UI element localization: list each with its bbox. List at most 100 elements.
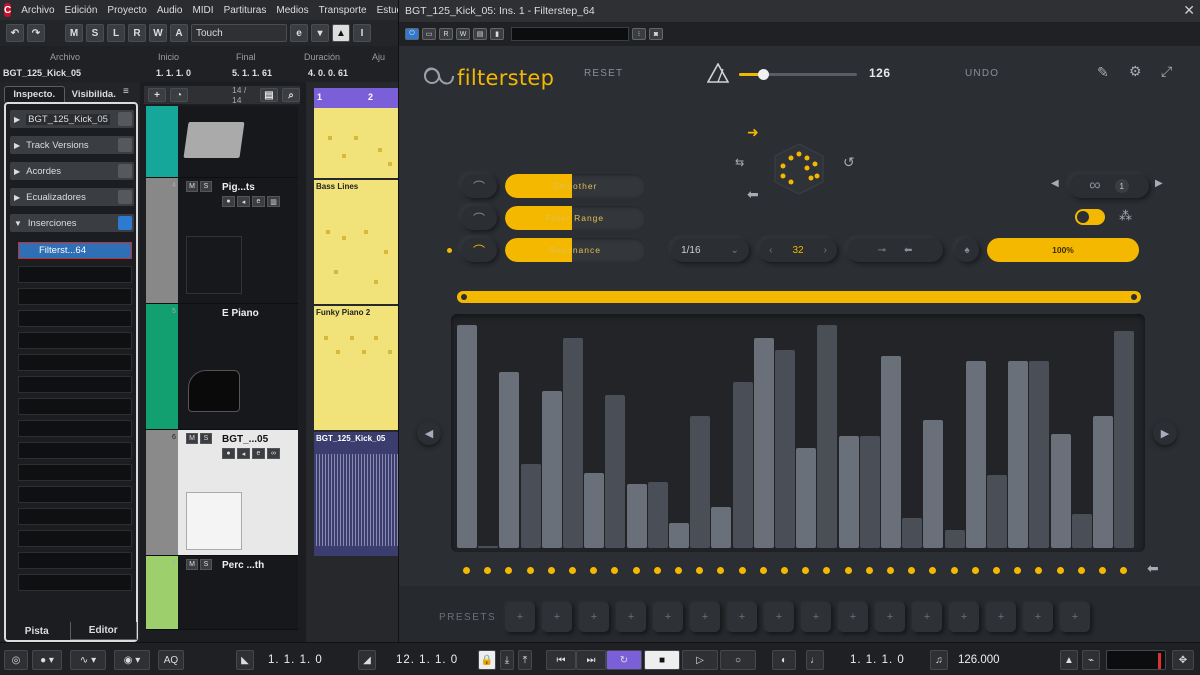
step-gate-dot-15[interactable]: [759, 567, 767, 574]
step-gate-dot-27[interactable]: [1014, 567, 1022, 574]
step-bar-22[interactable]: [902, 518, 923, 548]
record-mode-icon[interactable]: ● ▾: [32, 650, 62, 670]
reset-button[interactable]: RESET: [584, 68, 623, 79]
dice-randomize-icon[interactable]: [771, 140, 827, 196]
add-track-icon[interactable]: +: [148, 88, 166, 102]
step-gate-dot-14[interactable]: [738, 567, 746, 574]
pattern-selector[interactable]: ∞ 1: [1069, 174, 1149, 198]
step-bar-14[interactable]: [732, 381, 753, 548]
step-bar-7[interactable]: [584, 472, 605, 548]
tempo-value-transport[interactable]: 126.000: [958, 650, 1000, 670]
lock-icon[interactable]: 🔒: [478, 650, 496, 670]
step-bar-29[interactable]: [1050, 434, 1071, 548]
preset-slot-6[interactable]: +: [690, 602, 720, 632]
velocity-button[interactable]: ♠: [955, 238, 979, 262]
edit-icon[interactable]: e: [252, 448, 265, 459]
right-locator-icon[interactable]: ◢: [358, 650, 376, 670]
activity-icon[interactable]: ◎: [4, 650, 28, 670]
tab-visibility[interactable]: Visibilida.: [65, 86, 124, 102]
step-gate-dot-20[interactable]: [865, 567, 873, 574]
rate-select[interactable]: 1/16 ⌄: [671, 238, 749, 262]
preset-slot-16[interactable]: +: [1060, 602, 1090, 632]
info-length-value[interactable]: 4. 0. 0. 61: [308, 68, 348, 78]
punch-in-icon[interactable]: ⤓: [500, 650, 514, 670]
step-bar-27[interactable]: [1008, 361, 1029, 548]
step-gate-dot-10[interactable]: [653, 567, 661, 574]
preset-slot-5[interactable]: +: [653, 602, 683, 632]
step-bar-19[interactable]: [838, 436, 859, 548]
link-icon[interactable]: ∞: [267, 448, 280, 459]
insert-slot-5[interactable]: [18, 332, 132, 349]
menu-edicion[interactable]: Edición: [65, 5, 98, 16]
solo-button[interactable]: S: [200, 559, 212, 570]
folder-icon[interactable]: ◔: [170, 88, 188, 102]
step-gate-dot-21[interactable]: [887, 567, 894, 574]
smoother-slider[interactable]: Smoother: [505, 174, 645, 198]
listen-button[interactable]: L: [107, 24, 125, 42]
step-bar-3[interactable]: [499, 372, 520, 548]
step-bar-12[interactable]: [690, 415, 711, 548]
step-sequencer[interactable]: [451, 314, 1145, 552]
step-gate-dot-6[interactable]: [569, 567, 576, 574]
insert-slot-3[interactable]: [18, 288, 132, 305]
arrow-left-icon[interactable]: ⬅: [747, 186, 759, 203]
steps-stepper[interactable]: ‹ 32 ›: [759, 238, 837, 262]
step-bar-17[interactable]: [796, 447, 817, 548]
preset-menu-icon[interactable]: ⁝: [632, 28, 646, 40]
menu-partituras[interactable]: Partituras: [224, 5, 267, 16]
resonance-mode-button[interactable]: ⌒: [461, 238, 497, 262]
step-gate-dot-5[interactable]: [547, 567, 555, 574]
step-bar-31[interactable]: [1093, 415, 1113, 548]
step-bar-1[interactable]: [457, 324, 477, 548]
midi-part[interactable]: [314, 108, 400, 178]
preset-field[interactable]: [511, 27, 629, 41]
step-gate-dot-17[interactable]: [802, 567, 810, 574]
filter-range-mode-button[interactable]: ⌒: [461, 206, 497, 230]
mute-all-button[interactable]: M: [65, 24, 83, 42]
pattern-prev-icon[interactable]: ◀: [1051, 178, 1059, 189]
section-equalizers[interactable]: ▶ Ecualizadores: [10, 188, 134, 206]
mute-button[interactable]: M: [186, 433, 198, 444]
preset-slot-2[interactable]: +: [542, 602, 572, 632]
monitor-icon[interactable]: ◂: [237, 196, 250, 207]
step-bar-32[interactable]: [1114, 331, 1135, 548]
tracklist-view-icon[interactable]: ▤: [260, 88, 278, 102]
step-gate-dot-7[interactable]: [590, 567, 598, 574]
step-gate-dot-12[interactable]: [696, 567, 704, 574]
insert-slot-9[interactable]: [18, 420, 132, 437]
camera-icon[interactable]: ◙: [649, 28, 663, 40]
seq-prev-page-icon[interactable]: ◀: [417, 421, 441, 445]
menu-archivo[interactable]: Archivo: [21, 5, 54, 16]
menu-medios[interactable]: Medios: [276, 5, 308, 16]
stop-icon[interactable]: ■: [644, 650, 680, 670]
preset-slot-14[interactable]: +: [986, 602, 1016, 632]
read-button[interactable]: R: [128, 24, 146, 42]
section-track-versions[interactable]: ▶ Track Versions: [10, 136, 134, 154]
undo-button[interactable]: UNDO: [965, 68, 999, 79]
step-bar-9[interactable]: [626, 484, 647, 548]
step-bar-2[interactable]: [478, 546, 499, 548]
step-gate-dot-11[interactable]: [675, 567, 682, 574]
step-bar-4[interactable]: [520, 463, 541, 548]
pointer-tool-icon[interactable]: ▲: [332, 24, 350, 42]
undo-icon[interactable]: ↶: [6, 24, 24, 42]
insert-slot-12[interactable]: [18, 486, 132, 503]
insert-slot-1[interactable]: Filterst...64: [18, 242, 132, 259]
position-value[interactable]: 1. 1. 1. 0: [850, 650, 905, 670]
menu-icon[interactable]: ≡: [123, 86, 137, 102]
insert-slot-10[interactable]: [18, 442, 132, 459]
monitor-icon[interactable]: ◂: [237, 448, 250, 459]
insert-slot-2[interactable]: [18, 266, 132, 283]
step-bar-18[interactable]: [817, 324, 838, 548]
step-bar-21[interactable]: [881, 356, 901, 548]
step-gate-dot-19[interactable]: [844, 567, 852, 574]
write-automation-icon[interactable]: W: [456, 28, 470, 40]
resonance-slider[interactable]: Resonance: [505, 238, 645, 262]
precount-icon[interactable]: ⌁: [1082, 650, 1100, 670]
gear-icon[interactable]: ⚙: [1129, 63, 1142, 80]
key-follow-button[interactable]: ⊸ ⬅: [847, 238, 943, 262]
track-row-6[interactable]: 6 MS BGT_...05 ● ◂ e ∞: [146, 430, 298, 556]
info-start-value[interactable]: 1. 1. 1. 0: [156, 68, 191, 78]
settings-icon[interactable]: ✥: [1172, 650, 1194, 670]
step-gate-dot-28[interactable]: [1035, 567, 1043, 574]
